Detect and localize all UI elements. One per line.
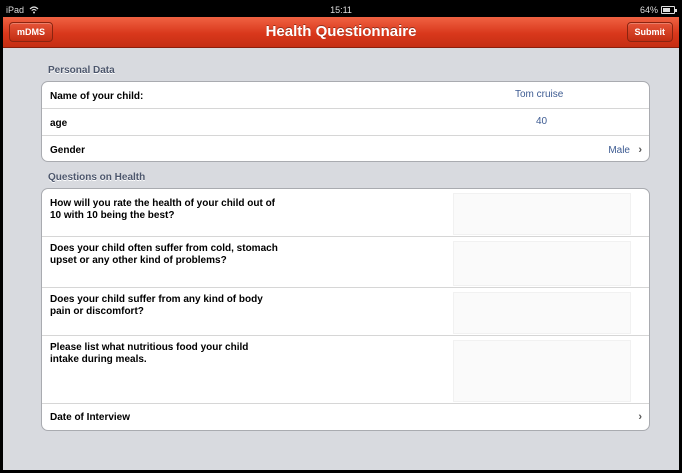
question-text: Please list what nutritious food your ch… xyxy=(50,342,249,365)
page-title: Health Questionnaire xyxy=(265,23,417,40)
battery-percent: 64% xyxy=(639,5,658,15)
answer-field[interactable] xyxy=(453,241,631,286)
status-right: 64% xyxy=(639,3,677,17)
gender-row[interactable]: Gender Male › xyxy=(42,136,649,161)
back-button[interactable]: mDMS xyxy=(9,22,54,42)
date-of-interview-label: Date of Interview xyxy=(50,412,131,423)
question-row: Please list what nutritious food your ch… xyxy=(42,336,649,404)
form-content: Personal Data Name of your child: Tom cr… xyxy=(3,48,679,470)
name-label: Name of your child: xyxy=(50,91,144,102)
status-bar: iPad 15:11 64% xyxy=(3,3,679,17)
battery-icon xyxy=(661,6,677,14)
section-header-personal: Personal Data xyxy=(48,65,115,76)
section-header-health: Questions on Health xyxy=(48,172,146,183)
question-row: Does your child suffer from any kind of … xyxy=(42,288,649,336)
gender-value: Male xyxy=(608,145,630,156)
question-row: How will you rate the health of your chi… xyxy=(42,189,649,237)
question-text: Does your child suffer from any kind of … xyxy=(50,294,263,317)
age-label: age xyxy=(50,118,68,129)
date-of-interview-row[interactable]: Date of Interview › xyxy=(42,404,649,430)
answer-field[interactable] xyxy=(453,193,631,235)
answer-field[interactable] xyxy=(453,340,631,402)
question-row: Does your child often suffer from cold, … xyxy=(42,237,649,288)
health-questions-group: How will you rate the health of your chi… xyxy=(41,188,650,431)
answer-field[interactable] xyxy=(453,292,631,334)
status-time: 15:11 xyxy=(330,5,352,15)
question-text: Does your child often suffer from cold, … xyxy=(50,243,278,266)
chevron-right-icon: › xyxy=(638,144,642,156)
age-row[interactable]: age 40 xyxy=(42,109,649,136)
navigation-bar: Health Questionnaire mDMS Submit xyxy=(3,17,679,48)
name-value[interactable]: Tom cruise xyxy=(515,89,563,100)
chevron-right-icon: › xyxy=(638,411,642,423)
submit-button[interactable]: Submit xyxy=(626,22,673,42)
age-value[interactable]: 40 xyxy=(536,116,547,127)
gender-label: Gender xyxy=(50,145,86,156)
question-text: How will you rate the health of your chi… xyxy=(50,198,276,221)
app-frame: iPad 15:11 64% Health Questionnaire mDMS… xyxy=(3,3,679,470)
personal-data-group: Name of your child: Tom cruise age 40 Ge… xyxy=(41,81,650,162)
name-row[interactable]: Name of your child: Tom cruise xyxy=(42,82,649,109)
